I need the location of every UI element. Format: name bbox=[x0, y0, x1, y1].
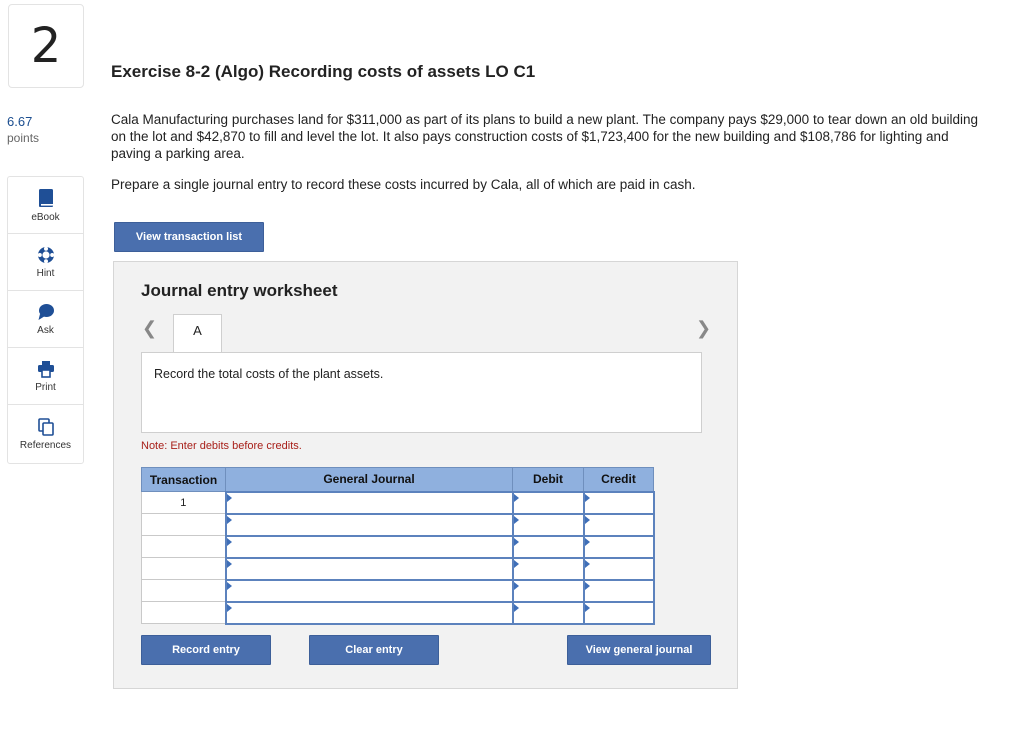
debit-input[interactable] bbox=[511, 490, 585, 515]
general-journal-input[interactable] bbox=[224, 556, 514, 581]
clear-entry-button[interactable]: Clear entry bbox=[309, 635, 439, 665]
chevron-right-icon[interactable]: ❯ bbox=[696, 318, 711, 339]
transaction-cell: 1 bbox=[141, 491, 226, 514]
points-label: points bbox=[7, 131, 40, 145]
ebook-button[interactable]: eBook bbox=[8, 177, 83, 234]
general-journal-input[interactable] bbox=[224, 490, 514, 515]
debit-input[interactable] bbox=[511, 556, 585, 581]
question-number: 2 bbox=[30, 18, 62, 74]
record-entry-button[interactable]: Record entry bbox=[141, 635, 271, 665]
hint-label: Hint bbox=[36, 267, 55, 279]
table-row bbox=[141, 578, 655, 603]
problem-text: Cala Manufacturing purchases land for $3… bbox=[111, 112, 979, 161]
documents-icon bbox=[37, 417, 54, 436]
debit-input[interactable] bbox=[511, 534, 585, 559]
table-row bbox=[141, 556, 655, 581]
credit-input[interactable] bbox=[582, 556, 655, 581]
question-number-box: 2 bbox=[8, 4, 84, 88]
speech-bubble-icon bbox=[38, 303, 54, 320]
column-header-debit: Debit bbox=[512, 467, 584, 492]
view-general-journal-button[interactable]: View general journal bbox=[567, 635, 711, 665]
debit-input[interactable] bbox=[511, 600, 585, 625]
column-header-general-journal: General Journal bbox=[225, 467, 513, 492]
prompt-text: Prepare a single journal entry to record… bbox=[111, 177, 696, 192]
hint-button[interactable]: Hint bbox=[8, 234, 83, 291]
exercise-title: Exercise 8-2 (Algo) Recording costs of a… bbox=[111, 62, 536, 81]
general-journal-input[interactable] bbox=[224, 578, 514, 603]
points-display: 6.67 points bbox=[7, 114, 39, 145]
book-icon bbox=[38, 188, 53, 207]
printer-icon bbox=[37, 360, 54, 378]
table-row bbox=[141, 534, 655, 559]
instruction-box: Record the total costs of the plant asse… bbox=[141, 352, 702, 433]
debit-input[interactable] bbox=[511, 512, 585, 537]
table-row: 1 bbox=[141, 490, 655, 515]
credit-input[interactable] bbox=[582, 578, 655, 603]
transaction-cell bbox=[141, 557, 226, 580]
table-row bbox=[141, 600, 655, 625]
print-button[interactable]: Print bbox=[8, 348, 83, 405]
references-label: References bbox=[19, 439, 72, 451]
print-label: Print bbox=[35, 381, 56, 393]
points-value: 6.67 bbox=[7, 114, 33, 129]
journal-entry-worksheet: Journal entry worksheet ❮ ❯ A Record the… bbox=[113, 261, 738, 689]
tab-a[interactable]: A bbox=[173, 314, 222, 354]
credit-input[interactable] bbox=[582, 534, 655, 559]
general-journal-input[interactable] bbox=[224, 600, 514, 625]
column-header-transaction: Transaction bbox=[141, 467, 226, 492]
ask-button[interactable]: Ask bbox=[8, 291, 83, 348]
view-transaction-list-button[interactable]: View transaction list bbox=[114, 222, 264, 252]
credit-input[interactable] bbox=[582, 512, 655, 537]
chevron-left-icon[interactable]: ❮ bbox=[142, 318, 157, 339]
transaction-cell bbox=[141, 535, 226, 558]
journal-table: Transaction General Journal Debit Credit… bbox=[141, 467, 655, 625]
transaction-cell bbox=[141, 601, 226, 624]
credit-input[interactable] bbox=[582, 600, 655, 625]
general-journal-input[interactable] bbox=[224, 512, 514, 537]
column-header-credit: Credit bbox=[583, 467, 654, 492]
transaction-cell bbox=[141, 513, 226, 536]
note-text: Note: Enter debits before credits. bbox=[141, 440, 302, 452]
credit-input[interactable] bbox=[582, 490, 655, 515]
table-row bbox=[141, 512, 655, 537]
general-journal-input[interactable] bbox=[224, 534, 514, 559]
worksheet-title: Journal entry worksheet bbox=[141, 281, 338, 300]
ask-label: Ask bbox=[37, 324, 54, 336]
transaction-cell bbox=[141, 579, 226, 602]
tools-sidebar: eBook Hint Ask Print References bbox=[7, 176, 84, 464]
references-button[interactable]: References bbox=[8, 405, 83, 463]
ebook-label: eBook bbox=[31, 211, 60, 223]
instruction-text: Record the total costs of the plant asse… bbox=[154, 367, 384, 381]
debit-input[interactable] bbox=[511, 578, 585, 603]
lifebuoy-icon bbox=[37, 246, 54, 263]
